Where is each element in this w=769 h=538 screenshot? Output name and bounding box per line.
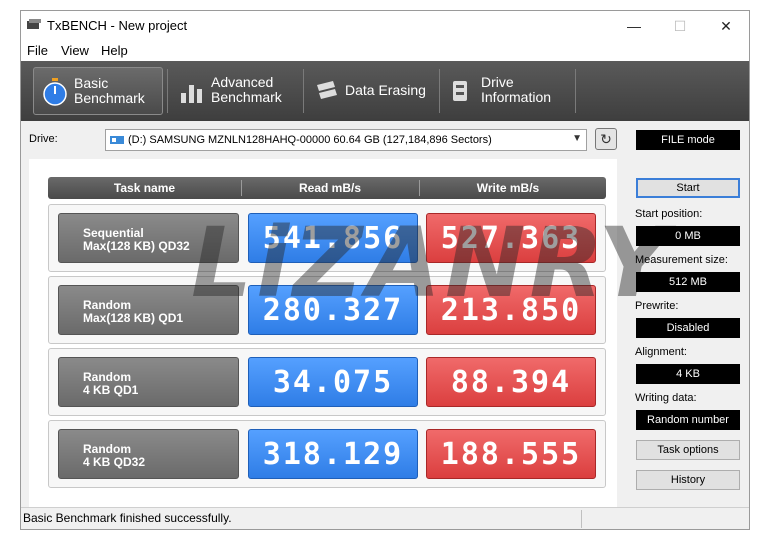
header-task-name: Task name bbox=[113, 181, 176, 195]
task-button[interactable]: Random 4 KB QD1 bbox=[58, 357, 239, 407]
drive-info-icon bbox=[453, 81, 467, 101]
drive-select[interactable]: (D:) SAMSUNG MZNLN128HAHQ-00000 60.64 GB… bbox=[105, 129, 587, 151]
status-bar: Basic Benchmark finished successfully. bbox=[21, 507, 749, 529]
menu-file[interactable]: File bbox=[27, 43, 48, 58]
task-options-button[interactable]: Task options bbox=[636, 440, 740, 460]
close-button[interactable]: ✕ bbox=[703, 11, 749, 41]
drive-icon bbox=[110, 136, 124, 144]
header-write: Write mB/s bbox=[476, 181, 540, 195]
write-value: 188.555 bbox=[426, 429, 596, 479]
read-value: 318.129 bbox=[248, 429, 418, 479]
task-button[interactable]: Sequential Max(128 KB) QD32 bbox=[58, 213, 239, 263]
start-position-label: Start position: bbox=[635, 208, 703, 220]
toolbar: Basic Benchmark Advanced Benchmark Data … bbox=[21, 61, 749, 121]
table-header: Task name Read mB/s Write mB/s bbox=[48, 177, 606, 199]
task-button[interactable]: Random Max(128 KB) QD1 bbox=[58, 285, 239, 335]
advanced-benchmark-button[interactable]: Advanced Benchmark bbox=[171, 67, 301, 115]
bar-chart-icon bbox=[181, 85, 202, 103]
drive-label: Drive: bbox=[29, 133, 58, 145]
mode-indicator: FILE mode bbox=[636, 130, 740, 150]
write-value: 527.363 bbox=[426, 213, 596, 263]
title-bar: TxBENCH - New project — ☐ ✕ bbox=[21, 11, 749, 41]
minimize-button[interactable]: — bbox=[611, 11, 657, 41]
start-button[interactable]: Start bbox=[636, 178, 740, 198]
history-button[interactable]: History bbox=[636, 470, 740, 490]
window-title: TxBENCH - New project bbox=[47, 18, 188, 33]
writing-data-label: Writing data: bbox=[635, 392, 697, 404]
status-divider bbox=[581, 510, 582, 528]
maximize-button[interactable]: ☐ bbox=[657, 11, 703, 41]
stopwatch-icon bbox=[43, 78, 67, 106]
toolbar-divider bbox=[167, 69, 168, 113]
measurement-size-label: Measurement size: bbox=[635, 254, 728, 266]
start-position-value[interactable]: 0 MB bbox=[636, 226, 740, 246]
write-value: 88.394 bbox=[426, 357, 596, 407]
chevron-down-icon: ▼ bbox=[572, 133, 582, 144]
eraser-icon bbox=[317, 81, 337, 99]
app-window: TxBENCH - New project — ☐ ✕ File View He… bbox=[20, 10, 750, 530]
toolbar-divider bbox=[303, 69, 304, 113]
task-button[interactable]: Random 4 KB QD32 bbox=[58, 429, 239, 479]
status-text: Basic Benchmark finished successfully. bbox=[23, 511, 232, 525]
drive-information-button[interactable]: Drive Information bbox=[441, 67, 571, 115]
alignment-label: Alignment: bbox=[635, 346, 687, 358]
menu-help[interactable]: Help bbox=[101, 43, 128, 58]
prewrite-value[interactable]: Disabled bbox=[636, 318, 740, 338]
read-value: 280.327 bbox=[248, 285, 418, 335]
toolbar-divider bbox=[575, 69, 576, 113]
menu-bar: File View Help bbox=[21, 41, 749, 61]
app-icon bbox=[27, 19, 41, 29]
drive-select-value: (D:) SAMSUNG MZNLN128HAHQ-00000 60.64 GB… bbox=[128, 134, 492, 146]
header-read: Read mB/s bbox=[298, 181, 362, 195]
alignment-value[interactable]: 4 KB bbox=[636, 364, 740, 384]
refresh-button[interactable]: ↻ bbox=[595, 128, 617, 150]
measurement-size-value[interactable]: 512 MB bbox=[636, 272, 740, 292]
data-erasing-button[interactable]: Data Erasing bbox=[305, 67, 435, 115]
prewrite-label: Prewrite: bbox=[635, 300, 679, 312]
writing-data-value[interactable]: Random number bbox=[636, 410, 740, 430]
toolbar-divider bbox=[439, 69, 440, 113]
write-value: 213.850 bbox=[426, 285, 596, 335]
refresh-icon: ↻ bbox=[600, 131, 612, 147]
read-value: 541.856 bbox=[248, 213, 418, 263]
menu-view[interactable]: View bbox=[61, 43, 89, 58]
read-value: 34.075 bbox=[248, 357, 418, 407]
basic-benchmark-button[interactable]: Basic Benchmark bbox=[33, 67, 163, 115]
